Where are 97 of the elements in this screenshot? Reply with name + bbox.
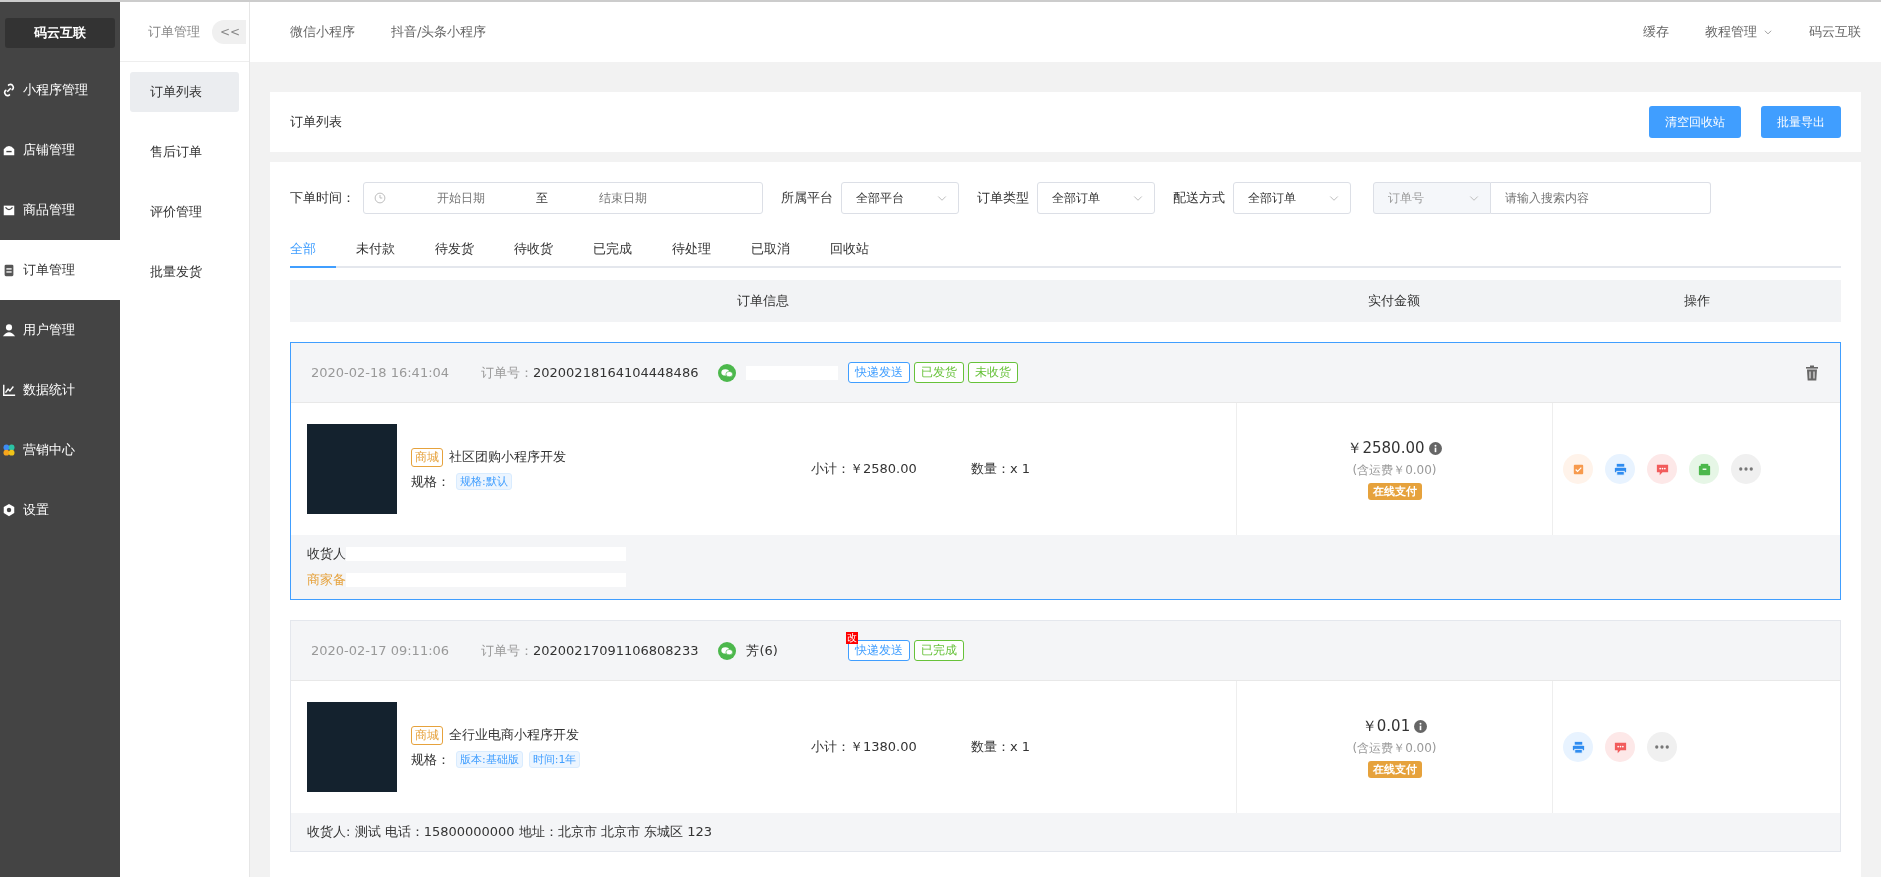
- more-button[interactable]: [1647, 732, 1677, 762]
- select-field[interactable]: 全部平台: [841, 182, 959, 214]
- clock-icon: [374, 192, 386, 204]
- paid-amount: ￥0.01: [1361, 716, 1411, 736]
- submenu-item[interactable]: 批量发货: [130, 252, 239, 292]
- sidebar-item[interactable]: 用户管理: [0, 300, 120, 360]
- submenu-item[interactable]: 评价管理: [130, 192, 239, 232]
- column-header: 订单信息: [736, 292, 790, 310]
- submenu-title: 订单管理: [148, 22, 200, 41]
- page-title: 订单列表: [290, 113, 342, 131]
- chevron-down-icon: [1763, 27, 1773, 37]
- receiver-info: 收货人: 测试 电话：15800000000 地址：北京市 北京市 东城区 123: [307, 823, 712, 841]
- print-icon: [1570, 739, 1586, 755]
- more-icon: [1655, 745, 1669, 749]
- link-icon: [2, 83, 16, 97]
- filter-label: 下单时间：: [290, 189, 355, 207]
- subtotal: 小计：￥1380.00: [811, 738, 918, 756]
- status-tag: 已完成: [914, 640, 965, 661]
- spec-tag: 版本:基础版: [456, 751, 523, 768]
- order-number: 订单号：20200217091106808233: [481, 641, 699, 660]
- clipboard-icon: [2, 263, 16, 277]
- logo: 码云互联: [5, 18, 115, 48]
- sidebar-item[interactable]: 营销中心: [0, 420, 120, 480]
- order-time: 2020-02-17 09:11:06: [311, 643, 451, 658]
- sidebar-item[interactable]: 店铺管理: [0, 120, 120, 180]
- top-nav-link[interactable]: 教程管理: [1705, 23, 1773, 41]
- column-header: 实付金额: [1367, 292, 1421, 310]
- date-range-field[interactable]: 开始日期 至 结束日期: [363, 182, 763, 214]
- tab[interactable]: 回收站: [810, 240, 889, 268]
- receiver-info: 收货人: [307, 545, 346, 563]
- shipping-fee: (含运费￥0.00): [1352, 461, 1437, 479]
- clover-icon: [2, 443, 16, 457]
- status-tag: 快递发送: [848, 362, 911, 383]
- box-button[interactable]: [1689, 454, 1719, 484]
- filter-label: 所属平台: [781, 189, 833, 207]
- tab[interactable]: 待收货: [494, 240, 573, 268]
- payment-badge: 在线支付: [1367, 760, 1422, 778]
- print-button[interactable]: [1605, 454, 1635, 484]
- filter-label: 配送方式: [1173, 189, 1225, 207]
- submenu-item[interactable]: 售后订单: [130, 132, 239, 172]
- print-button[interactable]: [1563, 732, 1593, 762]
- receipt-button[interactable]: [1563, 454, 1593, 484]
- more-icon: [1739, 467, 1753, 471]
- tab[interactable]: 已取消: [731, 240, 810, 268]
- filter-label: 订单类型: [977, 189, 1029, 207]
- sidebar-item[interactable]: 小程序管理: [0, 60, 120, 120]
- user-icon: [2, 323, 16, 337]
- buyer-name: 芳(6): [746, 641, 779, 660]
- paid-amount: ￥2580.00: [1347, 438, 1425, 458]
- sidebar-item[interactable]: 订单管理: [0, 240, 120, 300]
- order-number: 订单号：20200218164104448486: [481, 363, 699, 382]
- spec-label: 规格：: [411, 750, 450, 769]
- order-time: 2020-02-18 16:41:04: [311, 365, 451, 380]
- shipping-fee: (含运费￥0.00): [1352, 739, 1437, 757]
- product-name: 社区团购小程序开发: [449, 448, 566, 466]
- column-header: 操作: [1682, 292, 1711, 310]
- box-icon: [1696, 461, 1712, 477]
- select-field[interactable]: 全部订单: [1037, 182, 1155, 214]
- top-nav-link[interactable]: 码云互联: [1809, 23, 1861, 41]
- chat-bubble-icon: [718, 641, 737, 660]
- trash-icon[interactable]: [1804, 363, 1820, 382]
- sidebar-item[interactable]: 设置: [0, 480, 120, 540]
- spec-label: 规格：: [411, 472, 450, 491]
- top-nav-link[interactable]: 抖音/头条小程序: [391, 23, 487, 41]
- shop-badge: 商城: [411, 725, 443, 745]
- status-tag: 未收货: [968, 362, 1019, 383]
- product-name: 全行业电商小程序开发: [449, 726, 579, 744]
- submenu-item[interactable]: 订单列表: [130, 72, 239, 112]
- spec-tag: 规格:默认: [456, 473, 512, 490]
- quantity: 数量：x 1: [971, 460, 1031, 478]
- chat-bubble-icon: [718, 363, 737, 382]
- more-button[interactable]: [1731, 454, 1761, 484]
- tab[interactable]: 待发货: [415, 240, 494, 268]
- date-separator: 至: [536, 189, 548, 207]
- shop-badge: 商城: [411, 447, 443, 467]
- spec-tag: 时间:1年: [528, 751, 581, 768]
- message-button[interactable]: [1605, 732, 1635, 762]
- status-tag: 已发货: [914, 362, 965, 383]
- info-icon: [1428, 441, 1442, 455]
- select-field[interactable]: 全部订单: [1233, 182, 1351, 214]
- tab[interactable]: 未付款: [336, 240, 415, 268]
- sidebar-item[interactable]: 商品管理: [0, 180, 120, 240]
- line-chart-icon: [2, 383, 16, 397]
- tab[interactable]: 待处理: [652, 240, 731, 268]
- sidebar-item[interactable]: 数据统计: [0, 360, 120, 420]
- info-icon: [1414, 719, 1428, 733]
- quantity: 数量：x 1: [971, 738, 1031, 756]
- print-icon: [1612, 461, 1628, 477]
- merchant-remark: 商家备: [307, 571, 346, 589]
- payment-badge: 在线支付: [1367, 482, 1422, 500]
- top-nav-link[interactable]: 微信小程序: [290, 23, 355, 41]
- message-button[interactable]: [1647, 454, 1677, 484]
- top-nav-link[interactable]: 缓存: [1643, 23, 1669, 41]
- search-field[interactable]: 请输入搜索内容: [1491, 182, 1711, 214]
- subtotal: 小计：￥2580.00: [811, 460, 918, 478]
- order-card[interactable]: 2020-02-18 16:41:04 订单号：20200218164104448486 快递发送 已发货 未收货 商城 社区团购小程序开发 规格： 规格:默认 小计：￥2580.00 数量：x 1 ￥2580.00 (含运费￥0.00) 在线支付 收货人 商家备: [290, 342, 1841, 600]
- tab[interactable]: 已完成: [573, 240, 652, 268]
